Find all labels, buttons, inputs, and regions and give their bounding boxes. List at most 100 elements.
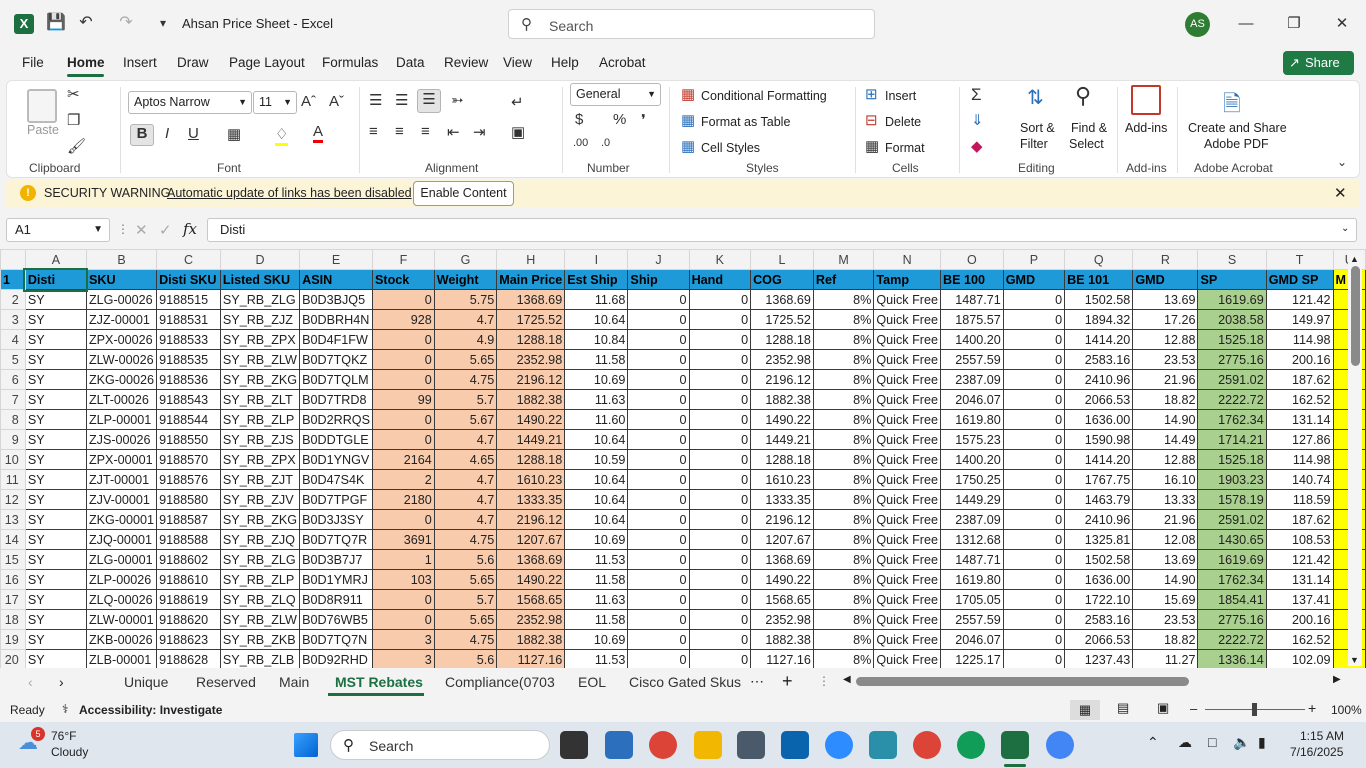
- cell[interactable]: 10.69: [564, 529, 629, 550]
- cell[interactable]: 11.58: [564, 569, 629, 590]
- cell[interactable]: 0: [372, 509, 435, 530]
- cell[interactable]: SY_RB_ZLW: [219, 349, 301, 370]
- cell[interactable]: 1619.80: [939, 409, 1004, 430]
- column-header-o[interactable]: O: [939, 249, 1004, 270]
- cell[interactable]: 1288.18: [750, 449, 814, 470]
- cell[interactable]: 108.53: [1265, 529, 1334, 550]
- column-header-g[interactable]: G: [433, 249, 498, 270]
- header-cell[interactable]: BE 100: [939, 269, 1004, 290]
- find-select-line1[interactable]: Find &: [1071, 121, 1107, 135]
- cell[interactable]: 0: [688, 369, 752, 390]
- accessibility-status[interactable]: Accessibility: Investigate: [79, 703, 222, 717]
- cell[interactable]: 0: [688, 329, 752, 350]
- cell[interactable]: 1449.21: [496, 429, 566, 450]
- cell[interactable]: 8%: [812, 489, 875, 510]
- column-header-q[interactable]: Q: [1064, 249, 1134, 270]
- number-format-select[interactable]: General ▼: [570, 83, 661, 106]
- cell[interactable]: 10.59: [564, 449, 629, 470]
- increase-decimal-icon[interactable]: .00: [573, 137, 588, 149]
- cell[interactable]: 1762.34: [1197, 569, 1267, 590]
- header-cell[interactable]: Ref: [812, 269, 875, 290]
- cell[interactable]: SY: [24, 429, 87, 450]
- cell[interactable]: Quick Free: [873, 289, 941, 310]
- cell[interactable]: 15.69: [1132, 589, 1199, 610]
- comma-style-icon[interactable]: ❜: [641, 111, 646, 129]
- decrease-decimal-icon[interactable]: .0: [601, 137, 610, 149]
- middle-align-icon[interactable]: ☰: [395, 91, 408, 109]
- cell[interactable]: ZJS-00026: [85, 429, 158, 450]
- cell[interactable]: 4.7: [433, 469, 498, 490]
- delete-cells-button[interactable]: Delete: [885, 115, 921, 129]
- column-header-t[interactable]: T: [1265, 249, 1334, 270]
- header-cell[interactable]: Weight: [433, 269, 498, 290]
- cell[interactable]: 1368.69: [750, 549, 814, 570]
- cell[interactable]: 0: [627, 389, 690, 410]
- cell[interactable]: 0: [1002, 409, 1066, 430]
- minimize-icon[interactable]: —: [1231, 10, 1261, 38]
- cell[interactable]: 8%: [812, 469, 875, 490]
- column-header-h[interactable]: H: [496, 249, 566, 270]
- cell[interactable]: 0: [627, 329, 690, 350]
- cell[interactable]: 3691: [372, 529, 435, 550]
- cell[interactable]: SY: [24, 449, 87, 470]
- column-header-a[interactable]: A: [24, 249, 87, 270]
- cell[interactable]: 2352.98: [496, 349, 566, 370]
- cell[interactable]: 10.69: [564, 369, 629, 390]
- cell[interactable]: 0: [372, 429, 435, 450]
- tab-file[interactable]: File: [22, 55, 44, 70]
- redo-icon[interactable]: ↷: [115, 12, 137, 34]
- currency-icon[interactable]: $: [575, 111, 583, 128]
- cell[interactable]: ZKG-00001: [85, 509, 158, 530]
- header-cell[interactable]: Est Ship: [564, 269, 629, 290]
- cell[interactable]: SY: [24, 509, 87, 530]
- header-cell[interactable]: Disti: [23, 267, 89, 292]
- cell[interactable]: Quick Free: [873, 429, 941, 450]
- cell[interactable]: 0: [1002, 609, 1066, 630]
- cell[interactable]: 4.7: [433, 509, 498, 530]
- cell[interactable]: 8%: [812, 369, 875, 390]
- cell[interactable]: 200.16: [1265, 609, 1334, 630]
- cell[interactable]: 114.98: [1265, 449, 1334, 470]
- cell[interactable]: 140.74: [1265, 469, 1334, 490]
- format-as-table-button[interactable]: Format as Table: [701, 115, 790, 129]
- underline-icon[interactable]: U: [188, 125, 199, 142]
- cell[interactable]: 8%: [812, 649, 875, 669]
- cell[interactable]: 5.75: [433, 289, 498, 310]
- cell[interactable]: 99: [372, 389, 435, 410]
- zoom-app-icon[interactable]: [825, 731, 853, 759]
- cut-icon[interactable]: ✂: [67, 85, 80, 103]
- scroll-left-icon[interactable]: ◀: [843, 674, 851, 685]
- percent-icon[interactable]: %: [613, 111, 626, 128]
- cell[interactable]: 1854.41: [1197, 589, 1267, 610]
- cell[interactable]: B0D1YNGV: [299, 449, 373, 470]
- row-header[interactable]: 1: [0, 269, 26, 290]
- column-header-s[interactable]: S: [1197, 249, 1267, 270]
- cell[interactable]: 928: [372, 309, 435, 330]
- cell[interactable]: 0: [1002, 349, 1066, 370]
- cell[interactable]: 2591.02: [1197, 509, 1267, 530]
- header-cell[interactable]: Tamp: [873, 269, 941, 290]
- cell[interactable]: 2046.07: [939, 389, 1004, 410]
- cell[interactable]: 4.7: [433, 429, 498, 450]
- chrome-profile-icon[interactable]: [1046, 731, 1074, 759]
- cell[interactable]: 0: [627, 649, 690, 669]
- cell[interactable]: 2038.58: [1197, 309, 1267, 330]
- clear-icon[interactable]: ◆: [971, 137, 983, 155]
- cell[interactable]: 0: [627, 549, 690, 570]
- decrease-indent-icon[interactable]: ⇤: [447, 123, 460, 141]
- fill-color-icon[interactable]: ♢: [275, 125, 289, 146]
- borders-icon[interactable]: ▦: [227, 125, 241, 143]
- cell[interactable]: 1705.05: [939, 589, 1004, 610]
- save-icon[interactable]: 💾: [45, 12, 67, 34]
- cell[interactable]: SY: [24, 329, 87, 350]
- cell[interactable]: Quick Free: [873, 469, 941, 490]
- cell[interactable]: 102.09: [1265, 649, 1334, 669]
- column-header-j[interactable]: J: [627, 249, 690, 270]
- cell[interactable]: 0: [1002, 529, 1066, 550]
- cell[interactable]: 0: [627, 289, 690, 310]
- cell[interactable]: 8%: [812, 389, 875, 410]
- cell[interactable]: 1207.67: [750, 529, 814, 550]
- cell[interactable]: 0: [627, 469, 690, 490]
- tab-page-layout[interactable]: Page Layout: [229, 55, 305, 70]
- row-header[interactable]: 9: [0, 429, 26, 450]
